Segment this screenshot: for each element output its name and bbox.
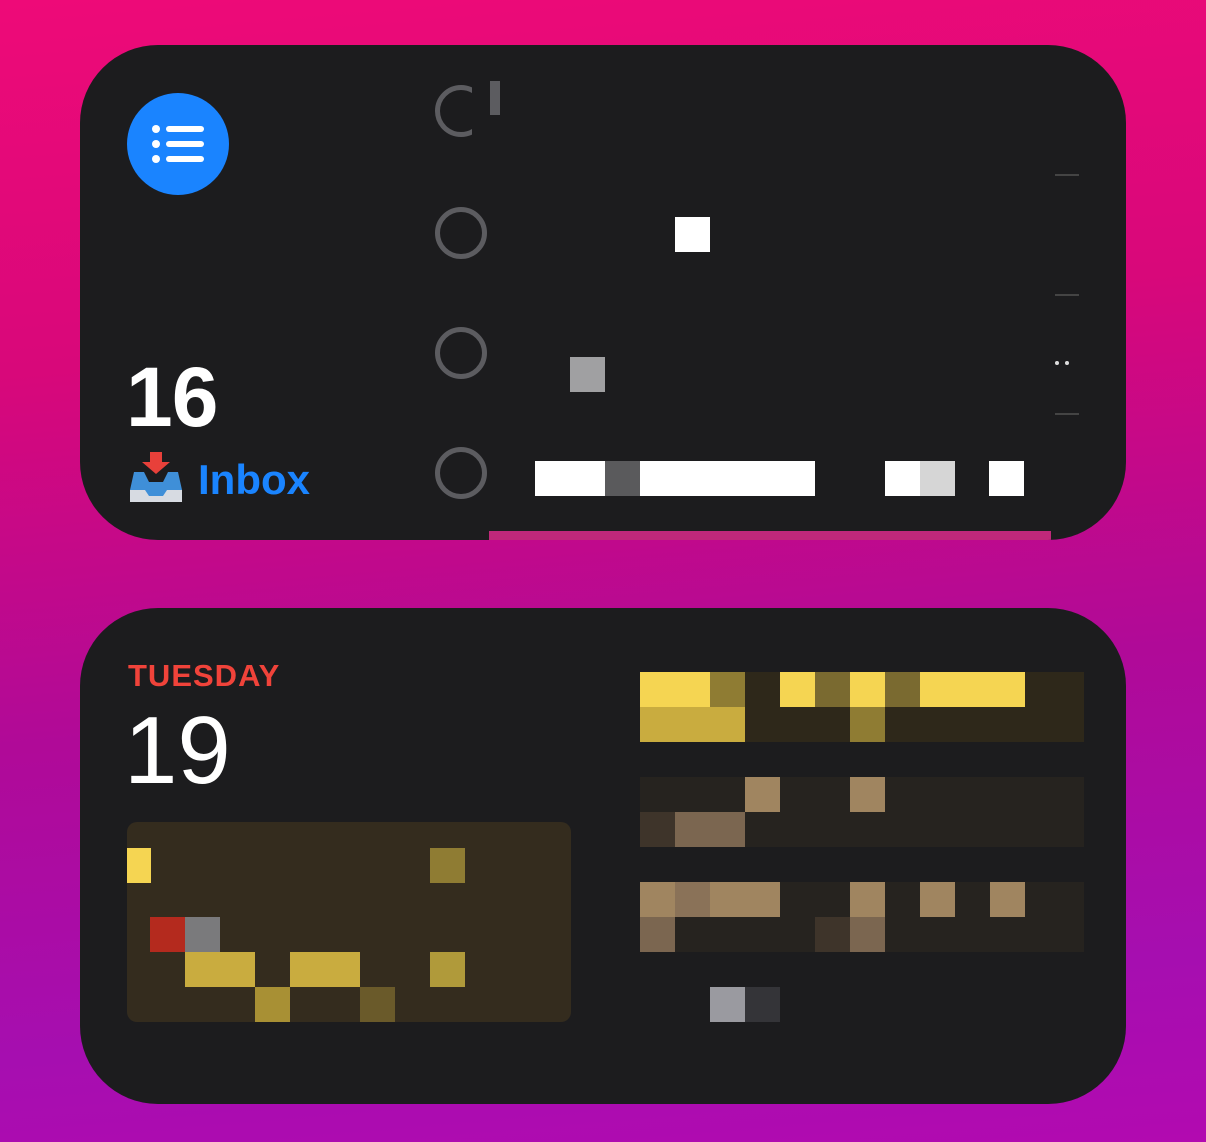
event-title-redacted (710, 672, 745, 707)
event-title-redacted (850, 882, 885, 917)
event-title-redacted (255, 987, 290, 1022)
event-title-redacted (710, 882, 780, 917)
event-time-redacted (815, 917, 850, 952)
reminder-title-redacted (605, 461, 640, 496)
event-title-redacted (920, 882, 955, 917)
separator-dots (1055, 361, 1059, 365)
reminders-widget[interactable]: 16 Inbox (80, 45, 1126, 540)
reminder-title-redacted (989, 461, 1024, 496)
day-number: 19 (124, 697, 231, 804)
event-title-redacted (745, 777, 780, 812)
separator-dots (1065, 361, 1069, 365)
event-title-redacted (675, 882, 710, 917)
event-title-redacted (990, 882, 1025, 917)
event-title-redacted (185, 917, 220, 952)
reminder-checkbox[interactable] (435, 447, 487, 499)
event-title-redacted (290, 952, 360, 987)
reminder-checkbox[interactable] (435, 85, 472, 137)
list-name-row: Inbox (128, 450, 310, 509)
reminder-title-redacted (920, 461, 955, 496)
event-time-redacted (640, 917, 675, 952)
event-time-redacted (675, 812, 745, 847)
reminder-checkbox[interactable] (435, 207, 487, 259)
list-bullet-icon (127, 93, 229, 195)
inbox-tray-icon (128, 450, 184, 509)
reminder-count: 16 (126, 350, 218, 444)
event-title-redacted (640, 672, 710, 707)
calendar-widget[interactable]: TUESDAY 19 (80, 608, 1126, 1104)
event-title-redacted (360, 987, 395, 1022)
reminder-title-redacted (640, 461, 815, 496)
reminder-title-redacted (535, 461, 605, 496)
event-title-redacted (920, 672, 1025, 707)
reminder-checkbox[interactable] (435, 327, 487, 379)
event-time-redacted (850, 707, 885, 742)
event-time-redacted (640, 707, 745, 742)
weekday-label: TUESDAY (128, 658, 281, 693)
separator-dots (1055, 413, 1079, 415)
event-time-redacted (850, 917, 885, 952)
separator-dots (1055, 174, 1079, 176)
more-events-redacted (745, 987, 780, 1022)
event-color-bar (127, 848, 151, 883)
reminder-title-redacted (885, 461, 920, 496)
event-title-redacted (850, 672, 885, 707)
event-title-redacted (150, 917, 185, 952)
event-title-redacted (430, 952, 465, 987)
event-title-redacted (430, 848, 465, 883)
separator-dots (1055, 294, 1079, 296)
event-title-redacted (885, 672, 920, 707)
more-events-redacted (710, 987, 745, 1022)
list-name: Inbox (198, 455, 310, 503)
event-time-redacted (640, 812, 675, 847)
event-title-redacted (780, 672, 815, 707)
reminder-row-edge (490, 81, 500, 115)
event-title-redacted (850, 777, 885, 812)
reminder-title-redacted (570, 357, 605, 392)
event-title-redacted (815, 672, 850, 707)
reminder-title-redacted (675, 217, 710, 252)
event-title-redacted (640, 882, 675, 917)
event-title-redacted (185, 952, 255, 987)
widget-bottom-highlight (489, 531, 1051, 540)
